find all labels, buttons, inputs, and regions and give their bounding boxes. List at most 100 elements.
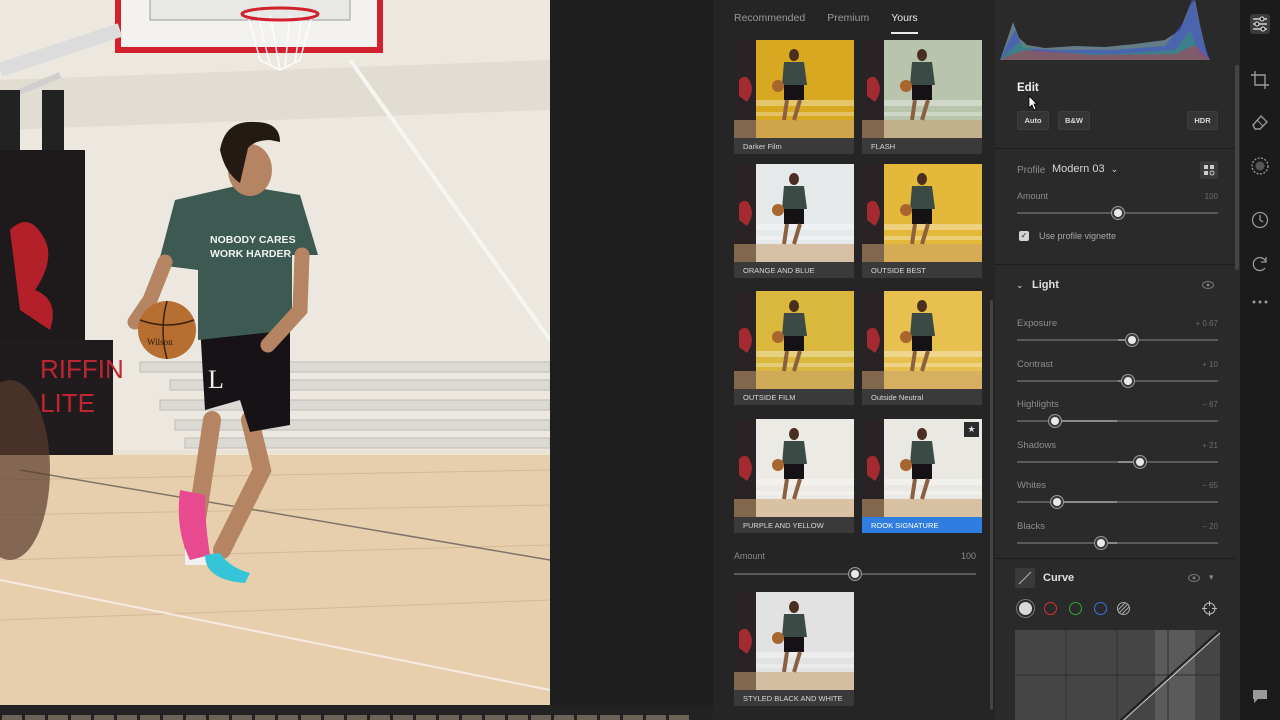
versions-icon[interactable] bbox=[1250, 254, 1270, 274]
filmstrip-thumb[interactable] bbox=[370, 715, 390, 720]
presets-scrollbar[interactable] bbox=[990, 300, 993, 710]
photo-canvas[interactable]: RIFFIN LITE L NOBODY CARES WORK HARDER W… bbox=[0, 0, 550, 705]
preset-tile[interactable]: FLASH bbox=[862, 40, 982, 158]
highlights-slider[interactable] bbox=[1017, 420, 1218, 422]
filmstrip-thumb[interactable] bbox=[324, 715, 344, 720]
filmstrip-thumb[interactable] bbox=[117, 715, 137, 720]
curve-icon[interactable] bbox=[1015, 568, 1035, 588]
shadows-value[interactable]: + 21 bbox=[1202, 441, 1218, 450]
whites-value[interactable]: − 65 bbox=[1202, 481, 1218, 490]
tab-premium[interactable]: Premium bbox=[827, 12, 869, 34]
profile-dropdown[interactable]: Modern 03 ⌄ bbox=[1052, 163, 1118, 175]
filmstrip-thumb[interactable] bbox=[163, 715, 183, 720]
filmstrip-thumb[interactable] bbox=[347, 715, 367, 720]
light-section-title[interactable]: Light bbox=[1032, 279, 1059, 291]
filmstrip-thumb[interactable] bbox=[393, 715, 413, 720]
filmstrip-thumb[interactable] bbox=[232, 715, 252, 720]
history-icon[interactable] bbox=[1250, 210, 1270, 230]
masking-icon[interactable] bbox=[1250, 156, 1270, 176]
tab-recommended[interactable]: Recommended bbox=[734, 12, 805, 34]
preset-tile[interactable]: PURPLE AND YELLOW bbox=[734, 419, 854, 537]
filmstrip-thumb[interactable] bbox=[48, 715, 68, 720]
filmstrip-thumb[interactable] bbox=[25, 715, 45, 720]
filmstrip-thumb[interactable] bbox=[71, 715, 91, 720]
filmstrip-thumb[interactable] bbox=[94, 715, 114, 720]
filmstrip-thumb[interactable] bbox=[485, 715, 505, 720]
filmstrip-thumb[interactable] bbox=[577, 715, 597, 720]
blacks-slider[interactable] bbox=[1017, 542, 1218, 544]
blacks-value[interactable]: − 20 bbox=[1202, 522, 1218, 531]
preset-tile[interactable]: STYLED BLACK AND WHITE bbox=[734, 592, 854, 710]
preset-amount-value: 100 bbox=[960, 551, 976, 561]
exposure-slider-handle[interactable] bbox=[1125, 334, 1138, 346]
comments-icon[interactable] bbox=[1250, 686, 1270, 706]
filmstrip-thumb[interactable] bbox=[416, 715, 436, 720]
filmstrip-thumb[interactable] bbox=[140, 715, 160, 720]
filmstrip-thumb[interactable] bbox=[278, 715, 298, 720]
curve-section-title[interactable]: Curve bbox=[1043, 572, 1074, 584]
preset-label: FLASH bbox=[862, 138, 982, 154]
curve-parametric-icon[interactable] bbox=[1116, 601, 1131, 616]
preset-tile[interactable]: OUTSIDE BEST bbox=[862, 164, 982, 282]
filmstrip-thumb[interactable] bbox=[600, 715, 620, 720]
banner-text-line2: LITE bbox=[40, 388, 95, 418]
edit-panel-scrollbar[interactable] bbox=[1235, 65, 1239, 270]
edit-header: Edit Auto B&W HDR bbox=[995, 66, 1235, 146]
curve-visibility-eye-icon[interactable] bbox=[1188, 574, 1200, 582]
shadows-slider-handle[interactable] bbox=[1133, 456, 1146, 468]
light-collapse-chevron-icon[interactable]: ⌄ bbox=[1016, 280, 1024, 291]
tab-yours[interactable]: Yours bbox=[891, 12, 918, 34]
tone-curve-graph[interactable] bbox=[1015, 630, 1220, 720]
star-icon[interactable]: ★ bbox=[964, 422, 979, 437]
profile-browser-icon[interactable] bbox=[1200, 161, 1218, 179]
highlights-slider-handle[interactable] bbox=[1049, 415, 1062, 427]
preset-tile[interactable]: Outside Neutral bbox=[862, 291, 982, 409]
filmstrip-thumb[interactable] bbox=[646, 715, 666, 720]
filmstrip-thumb[interactable] bbox=[508, 715, 528, 720]
filmstrip[interactable] bbox=[0, 705, 713, 720]
profile-amount-slider-handle[interactable] bbox=[1111, 207, 1124, 219]
filmstrip-thumb[interactable] bbox=[623, 715, 643, 720]
curve-expand-chevron-icon[interactable]: ▾ bbox=[1209, 572, 1214, 583]
more-options-icon[interactable] bbox=[1250, 292, 1270, 312]
curve-channel-blue-icon[interactable] bbox=[1094, 602, 1107, 615]
preset-tile[interactable]: ROOK SIGNATURE ★ bbox=[862, 419, 982, 537]
hdr-button[interactable]: HDR bbox=[1187, 111, 1218, 130]
exposure-value[interactable]: + 0.67 bbox=[1196, 319, 1218, 328]
filmstrip-thumb[interactable] bbox=[186, 715, 206, 720]
blacks-slider-handle[interactable] bbox=[1095, 537, 1108, 549]
whites-slider[interactable] bbox=[1017, 501, 1218, 503]
whites-slider-handle[interactable] bbox=[1051, 496, 1064, 508]
filmstrip-thumb[interactable] bbox=[255, 715, 275, 720]
filmstrip-thumb[interactable] bbox=[439, 715, 459, 720]
healing-eraser-icon[interactable] bbox=[1250, 112, 1270, 132]
filmstrip-thumb[interactable] bbox=[531, 715, 551, 720]
preset-tile[interactable]: ORANGE AND BLUE bbox=[734, 164, 854, 282]
preset-tile[interactable]: OUTSIDE FILM bbox=[734, 291, 854, 409]
curve-channel-green-icon[interactable] bbox=[1069, 602, 1082, 615]
bw-button[interactable]: B&W bbox=[1058, 111, 1090, 130]
curve-target-icon[interactable] bbox=[1202, 601, 1217, 616]
filmstrip-thumb[interactable] bbox=[669, 715, 689, 720]
mouse-cursor-icon bbox=[1028, 95, 1038, 111]
filmstrip-thumb[interactable] bbox=[462, 715, 482, 720]
chevron-down-icon: ⌄ bbox=[1110, 164, 1119, 174]
curve-channel-red-icon[interactable] bbox=[1044, 602, 1057, 615]
histogram bbox=[995, 0, 1240, 60]
light-visibility-eye-icon[interactable] bbox=[1202, 281, 1214, 289]
curve-channel-rgb-icon[interactable] bbox=[1019, 602, 1032, 615]
filmstrip-thumb[interactable] bbox=[2, 715, 22, 720]
vignette-checkbox[interactable]: ✓ bbox=[1019, 231, 1029, 241]
highlights-value[interactable]: − 67 bbox=[1202, 400, 1218, 409]
filmstrip-thumb[interactable] bbox=[301, 715, 321, 720]
edit-title: Edit bbox=[1017, 82, 1039, 94]
filmstrip-thumb[interactable] bbox=[554, 715, 574, 720]
auto-button[interactable]: Auto bbox=[1017, 111, 1049, 130]
edit-sliders-icon[interactable] bbox=[1250, 14, 1270, 34]
preset-amount-slider-handle[interactable] bbox=[849, 568, 861, 580]
filmstrip-thumb[interactable] bbox=[209, 715, 229, 720]
contrast-slider-handle[interactable] bbox=[1121, 375, 1134, 387]
preset-tile[interactable]: Darker Film bbox=[734, 40, 854, 158]
crop-icon[interactable] bbox=[1250, 70, 1270, 90]
contrast-value[interactable]: + 10 bbox=[1202, 360, 1218, 369]
